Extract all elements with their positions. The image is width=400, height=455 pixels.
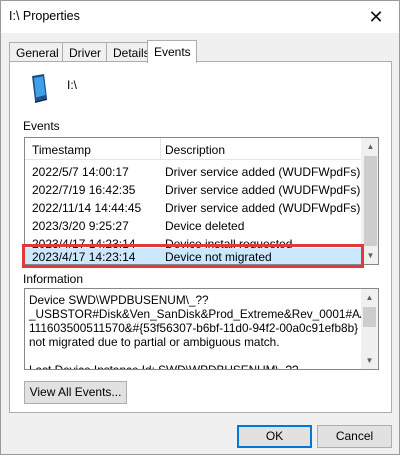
cancel-button[interactable]: Cancel [317,425,392,448]
event-row[interactable]: 2022/7/19 16:42:35 Driver service added … [25,181,362,199]
scroll-up-arrow-icon[interactable]: ▲ [361,289,378,306]
event-timestamp: 2022/11/14 14:44:45 [32,201,142,215]
information-scrollbar[interactable]: ▲ ▼ [361,289,378,369]
scroll-down-arrow-icon[interactable]: ▼ [361,352,378,369]
event-description: Driver service added (WUDFWpdFs) [165,165,361,179]
window-title: I:\ Properties [9,9,80,23]
portable-device-icon [32,74,47,103]
title-bar[interactable]: I:\ Properties ✕ [1,1,399,33]
event-row[interactable]: 2022/5/7 14:00:17 Driver service added (… [25,163,362,181]
tab-driver[interactable]: Driver [62,42,107,62]
event-description: Device deleted [165,219,245,233]
device-name: I:\ [67,78,78,92]
tab-general[interactable]: General [9,42,63,62]
scroll-up-arrow-icon[interactable]: ▲ [362,138,378,155]
event-description: Driver service added (WUDFWpdFs) [165,201,361,215]
column-header-timestamp[interactable]: Timestamp [32,143,91,157]
information-section-label: Information [23,272,84,286]
scroll-thumb[interactable] [363,307,376,327]
selection-highlight-annotation [22,244,364,268]
view-all-events-button[interactable]: View All Events... [24,381,127,404]
events-list-header: Timestamp Description [25,138,362,160]
information-textbox[interactable]: Device SWD\WPDBUSENUM\_?? _USBSTOR#Disk&… [24,288,379,370]
close-icon[interactable]: ✕ [353,1,399,33]
scroll-down-arrow-icon[interactable]: ▼ [362,247,378,264]
column-divider[interactable] [160,138,161,160]
event-row[interactable]: 2022/11/14 14:44:45 Driver service added… [25,199,362,217]
tab-events[interactable]: Events [147,40,197,63]
event-timestamp: 2022/7/19 16:42:35 [32,183,136,197]
scroll-thumb[interactable] [364,156,377,246]
properties-window: I:\ Properties ✕ General Driver Details … [0,0,400,455]
event-timestamp: 2023/3/20 9:25:27 [32,219,129,233]
column-header-description[interactable]: Description [165,143,225,157]
events-section-label: Events [23,119,60,133]
event-row[interactable]: 2023/3/20 9:25:27 Device deleted [25,217,362,235]
event-description: Driver service added (WUDFWpdFs) [165,183,361,197]
ok-button[interactable]: OK [237,425,312,448]
event-timestamp: 2022/5/7 14:00:17 [32,165,129,179]
information-text: Device SWD\WPDBUSENUM\_?? _USBSTOR#Disk&… [29,293,379,370]
tab-details[interactable]: Details [106,42,150,62]
